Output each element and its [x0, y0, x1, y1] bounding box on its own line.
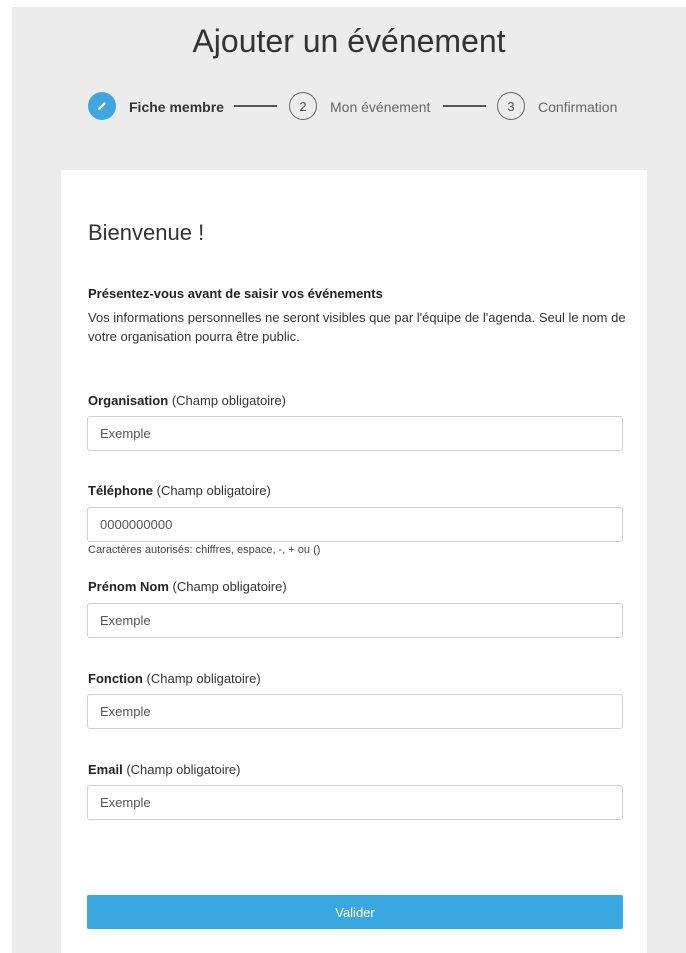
step-2-indicator: 2 [289, 92, 317, 120]
fonction-input[interactable] [87, 694, 623, 729]
organisation-label: Organisation (Champ obligatoire) [88, 394, 286, 407]
intro-text: Vos informations personnelles ne seront … [88, 310, 626, 344]
step-3-number: 3 [507, 98, 515, 114]
step-3-label: Confirmation [538, 99, 618, 115]
name-input[interactable] [87, 603, 623, 638]
step-connector [443, 105, 486, 107]
submit-button[interactable]: Valider [87, 895, 623, 929]
form-card: Bienvenue ! Présentez-vous avant de sais… [61, 170, 647, 953]
fonction-label: Fonction (Champ obligatoire) [88, 672, 261, 685]
email-label: Email (Champ obligatoire) [88, 763, 240, 776]
page-background: Ajouter un événement Fiche membre 2 Mon … [12, 7, 686, 953]
step-1-label: Fiche membre [129, 99, 224, 115]
required-note: (Champ obligatoire) [146, 671, 261, 686]
step-2-label: Mon événement [330, 99, 431, 115]
email-label-text: Email [88, 762, 123, 777]
email-input[interactable] [87, 785, 623, 820]
step-1-indicator [88, 92, 116, 120]
telephone-input[interactable] [87, 507, 623, 542]
name-label: Prénom Nom (Champ obligatoire) [88, 580, 287, 593]
required-note: (Champ obligatoire) [126, 762, 241, 777]
intro-title: Présentez-vous avant de saisir vos événe… [88, 286, 383, 301]
name-label-text: Prénom Nom [88, 579, 169, 594]
telephone-hint: Caractères autorisés: chiffres, espace, … [88, 544, 321, 556]
required-note: (Champ obligatoire) [172, 579, 287, 594]
fonction-label-text: Fonction [88, 671, 143, 686]
required-note: (Champ obligatoire) [171, 393, 286, 408]
stepper: Fiche membre 2 Mon événement 3 Confirmat… [12, 7, 686, 157]
welcome-heading: Bienvenue ! [88, 220, 205, 245]
step-3-indicator: 3 [497, 92, 525, 120]
pencil-icon [98, 102, 106, 110]
organisation-label-text: Organisation [88, 393, 169, 408]
required-note: (Champ obligatoire) [156, 483, 271, 498]
telephone-label: Téléphone (Champ obligatoire) [88, 484, 271, 497]
step-connector [234, 105, 277, 107]
telephone-label-text: Téléphone [88, 483, 154, 498]
step-2-number: 2 [299, 98, 307, 114]
organisation-input[interactable] [87, 416, 623, 451]
